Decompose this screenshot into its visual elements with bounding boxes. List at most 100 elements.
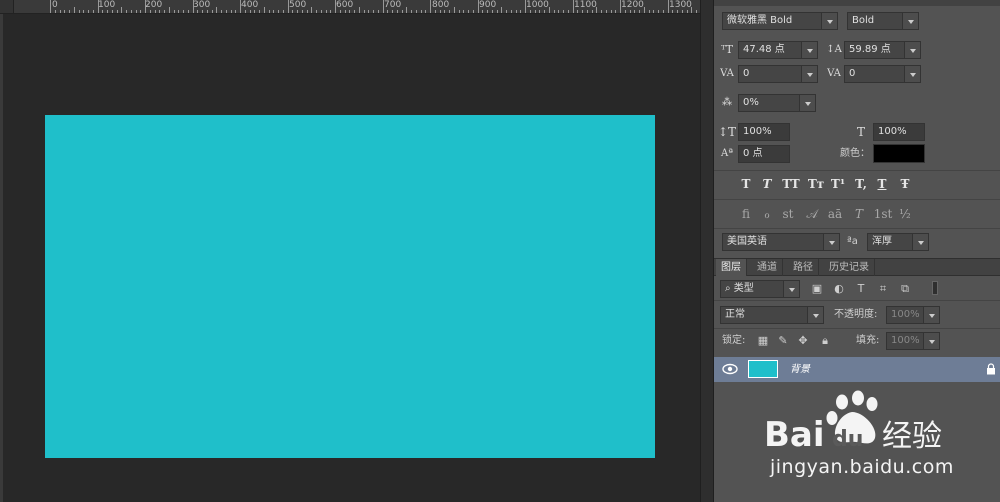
contextual-alternates-button[interactable]: ℴ (759, 206, 775, 222)
tab-history[interactable]: 历史记录 (824, 259, 875, 276)
ruler-tick (596, 7, 598, 13)
small-caps-button[interactable]: Tт (805, 176, 827, 192)
kerning-select[interactable]: 0 (738, 65, 818, 83)
tab-channels[interactable]: 通道 (752, 259, 783, 276)
ruler-tick (415, 10, 417, 13)
discretionary-ligatures-button[interactable]: st (780, 206, 796, 222)
ruler-tick (392, 10, 393, 13)
titling-alternates-button[interactable]: T (851, 206, 867, 222)
ruler-tick (211, 10, 213, 13)
ruler-tick (453, 7, 455, 13)
ruler-tick (520, 10, 522, 13)
ruler-tick (339, 10, 341, 13)
panel-divider[interactable] (700, 0, 714, 502)
ruler-tick (458, 10, 460, 13)
language-select[interactable]: 美国英语 (722, 233, 840, 251)
canvas-area[interactable] (3, 15, 700, 502)
ruler-tick (544, 10, 545, 13)
character-panel-tabs[interactable] (714, 0, 1000, 6)
blend-mode-select[interactable]: 正常 (720, 306, 824, 324)
ruler-tick (406, 7, 408, 13)
ruler-tick (335, 0, 336, 13)
stylistic-alternates-button[interactable]: aā (824, 206, 846, 222)
leading-icon: ↕A (826, 44, 842, 55)
horizontal-ruler[interactable]: 0 100 200 300 400 500 600 700 800 900 10… (0, 0, 700, 14)
faux-bold-button[interactable]: T (738, 176, 754, 192)
font-style-select[interactable]: Bold (847, 12, 919, 30)
chevron-down-icon (923, 333, 939, 349)
ruler-tick (496, 10, 498, 13)
chevron-down-icon (902, 13, 918, 29)
ruler-tick (558, 10, 560, 13)
ruler-tick (686, 10, 688, 13)
tracking-select[interactable]: 0 (844, 65, 921, 83)
baseline-shift-input[interactable]: 0 点 (738, 145, 790, 163)
kerning-value: 0 (743, 68, 750, 79)
faux-italic-button[interactable]: T (759, 176, 775, 192)
ruler-tick (102, 10, 104, 13)
tab-layers[interactable]: 图层 (716, 259, 747, 276)
ruler-tick (354, 10, 355, 13)
layer-name[interactable]: 背景 (790, 357, 810, 382)
font-style-value: Bold (852, 15, 875, 26)
ruler-tick (368, 10, 370, 13)
layer-filter-select[interactable]: ⌕ 类型 (720, 280, 800, 298)
filter-toggle-switch[interactable] (932, 281, 938, 295)
swash-button[interactable]: 𝒜 (804, 206, 820, 222)
ruler-tick (292, 10, 294, 13)
leading-input[interactable]: 59.89 点 (844, 41, 921, 59)
chevron-down-icon (923, 307, 939, 323)
eye-icon[interactable] (722, 362, 738, 376)
ruler-tick (363, 10, 365, 13)
photoshop-window: 0 100 200 300 400 500 600 700 800 900 10… (0, 0, 1000, 502)
lock-all-icon[interactable]: 🔒︎ (818, 334, 832, 348)
font-size-input[interactable]: 47.48 点 (738, 41, 818, 59)
ruler-tick (320, 10, 322, 13)
type-filter-icon[interactable]: T (854, 282, 868, 296)
ruler-tick (582, 10, 583, 13)
ruler-tick (230, 10, 232, 13)
chevron-down-icon (904, 42, 920, 58)
antialias-select[interactable]: 浑厚 (867, 233, 929, 251)
smart-object-filter-icon[interactable]: ⧉ (898, 282, 912, 296)
text-color-swatch[interactable] (873, 144, 925, 163)
ruler-tick (373, 10, 374, 13)
lock-position-icon[interactable]: ✥ (796, 334, 810, 348)
layer-filter-value: 类型 (733, 283, 754, 294)
layer-row-background[interactable]: 背景 (714, 357, 1000, 382)
ordinals-button[interactable]: 1st (872, 206, 894, 222)
horizontal-scale-input[interactable]: 100% (873, 123, 925, 141)
watermark-url: jingyan.baidu.com (770, 456, 954, 478)
chevron-down-icon (783, 281, 799, 297)
tab-paths[interactable]: 路径 (788, 259, 819, 276)
fractions-button[interactable]: ½ (897, 206, 913, 222)
ligatures-button[interactable]: fi (738, 206, 754, 222)
superscript-button[interactable]: T¹ (828, 176, 848, 192)
ruler-tick (235, 10, 237, 13)
lock-transparent-icon[interactable]: ▦ (756, 334, 770, 348)
ruler-tick (434, 10, 436, 13)
adjustment-filter-icon[interactable]: ◐ (832, 282, 846, 296)
ruler-tick (135, 10, 137, 13)
ruler-tick (620, 0, 621, 13)
ruler-tick (149, 10, 151, 13)
ruler-tick (615, 10, 617, 13)
ruler-tick (482, 10, 484, 13)
font-family-select[interactable]: 微软雅黑 Bold (722, 12, 838, 30)
tsume-select[interactable]: 0% (738, 94, 816, 112)
ruler-tick (629, 10, 631, 13)
ruler-tick (534, 10, 536, 13)
all-caps-button[interactable]: TT (780, 176, 802, 192)
ruler-tick (282, 10, 284, 13)
subscript-button[interactable]: T, (851, 176, 871, 192)
document-canvas[interactable] (45, 115, 655, 458)
opacity-input[interactable]: 100% (886, 306, 940, 324)
strikethrough-button[interactable]: Ŧ (897, 176, 913, 192)
fill-input[interactable]: 100% (886, 332, 940, 350)
underline-button[interactable]: T (874, 176, 890, 192)
shape-filter-icon[interactable]: ⌗ (876, 282, 890, 296)
lock-brush-icon[interactable]: ✎ (776, 334, 790, 348)
pixel-filter-icon[interactable]: ▣ (810, 282, 824, 296)
vertical-scale-input[interactable]: 100% (738, 123, 790, 141)
baidu-logo: Bai du 经验 (764, 390, 942, 455)
